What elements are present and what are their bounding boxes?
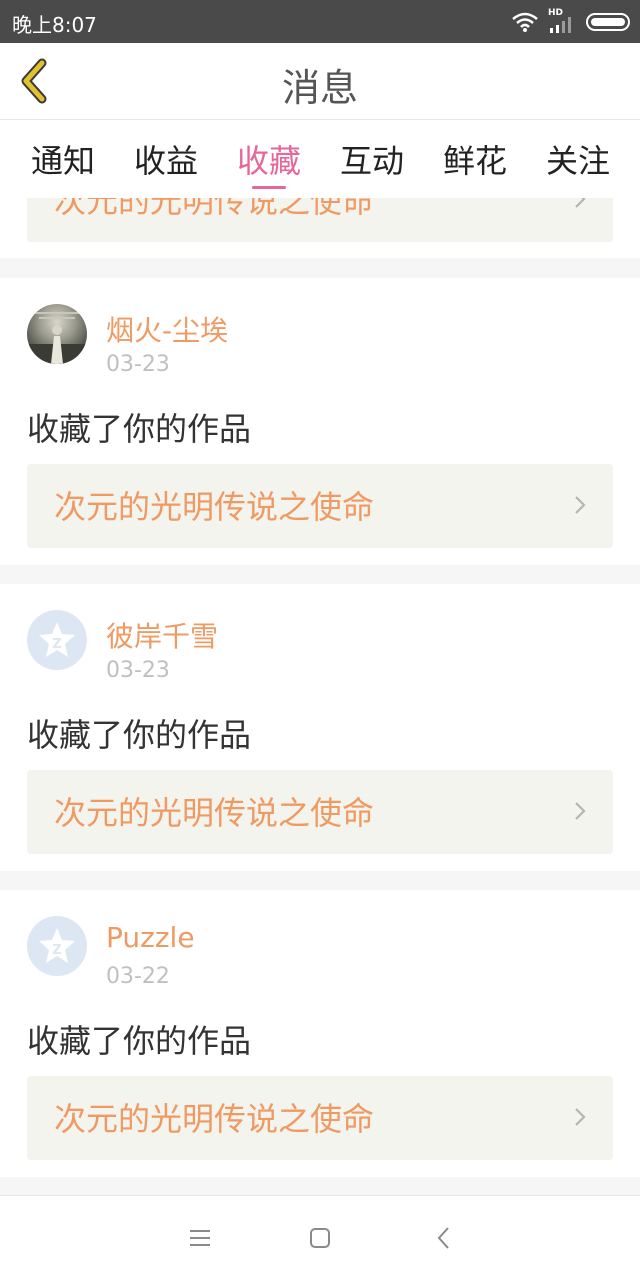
user-avatar[interactable]: Z [27,916,87,976]
work-title: 次元的光明传说之使命 [54,198,375,220]
svg-text:Z: Z [52,637,61,652]
status-time: 晚上8:07 [12,13,97,37]
page-title: 消息 [281,66,358,110]
menu-icon[interactable] [186,1224,214,1252]
back-icon[interactable] [430,1224,458,1252]
chevron-right-icon [575,198,586,208]
user-avatar[interactable]: Z [27,610,87,670]
notification-card: 次元的光明传说之使命 [0,198,640,258]
work-link[interactable]: 次元的光明传说之使命 [27,198,613,242]
notification-card: 烟火-尘埃 03-23 收藏了你的作品 次元的光明传说之使命 [0,278,640,565]
work-link[interactable]: 次元的光明传说之使命 [27,464,613,548]
chevron-right-icon [575,802,586,820]
notification-action: 收藏了你的作品 [27,410,252,448]
work-title: 次元的光明传说之使命 [54,1100,375,1138]
tab-notifications[interactable]: 通知 [18,136,108,182]
tab-earnings[interactable]: 收益 [121,136,211,182]
user-name[interactable]: 烟火-尘埃 [106,309,228,349]
active-tab-indicator [252,186,286,189]
svg-text:Z: Z [52,943,61,958]
tab-bar: 通知 收益 收藏 互动 鲜花 关注 [0,120,640,198]
chevron-right-icon [575,1108,586,1126]
notification-date: 03-23 [106,658,170,683]
tab-interactions[interactable]: 互动 [327,136,417,182]
notification-date: 03-23 [106,352,170,377]
user-avatar[interactable] [27,304,87,364]
system-nav-bar [0,1195,640,1280]
work-title: 次元的光明传说之使命 [54,794,375,832]
notification-action: 收藏了你的作品 [27,716,252,754]
default-avatar-icon: Z [39,928,75,963]
title-bar: 消息 [0,43,640,120]
notification-card: Z 彼岸千雪 03-23 收藏了你的作品 次元的光明传说之使命 [0,584,640,871]
notification-action: 收藏了你的作品 [27,1022,252,1060]
chevron-right-icon [575,496,586,514]
wifi-icon [512,12,538,32]
battery-icon [586,13,630,31]
work-title: 次元的光明传说之使命 [54,488,375,526]
status-bar: 晚上8:07 HD [0,0,640,43]
user-name[interactable]: Puzzle [106,921,195,954]
work-link[interactable]: 次元的光明传说之使命 [27,1076,613,1160]
photo-avatar-icon [27,312,87,364]
work-link[interactable]: 次元的光明传说之使命 [27,770,613,854]
notification-card: Z Puzzle 03-22 收藏了你的作品 次元的光明传说之使命 [0,890,640,1177]
default-avatar-icon: Z [39,622,75,657]
tab-follows[interactable]: 关注 [533,136,623,182]
home-icon[interactable] [306,1224,334,1252]
tab-favorites[interactable]: 收藏 [224,136,314,182]
notification-date: 03-22 [106,964,170,989]
user-name[interactable]: 彼岸千雪 [106,615,218,655]
notification-list[interactable]: 次元的光明传说之使命 烟火-尘埃 03-23 收藏了你的作品 次元的光明传说之使… [0,198,640,1195]
tab-flowers[interactable]: 鲜花 [430,136,520,182]
status-icons: HD [512,8,630,36]
signal-icon: HD [548,8,576,33]
